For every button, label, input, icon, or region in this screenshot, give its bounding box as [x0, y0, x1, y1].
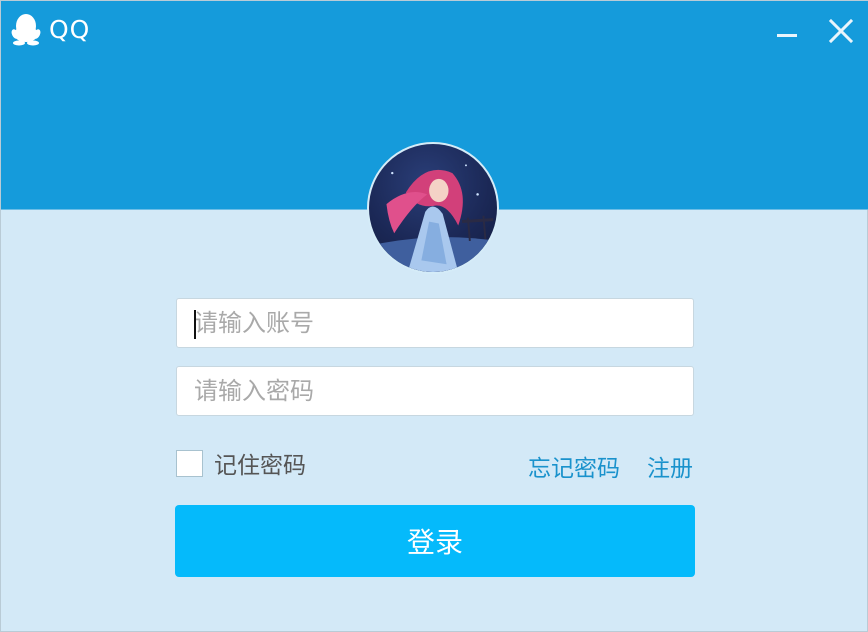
login-window: QQ 请输入账号 记住密码 忘记密码 注册 登录	[0, 0, 868, 632]
penguin-icon	[11, 12, 41, 46]
minimize-icon	[775, 19, 799, 43]
register-link[interactable]: 注册	[647, 449, 693, 483]
close-button[interactable]	[825, 15, 857, 47]
account-field[interactable]	[176, 298, 694, 348]
forgot-password-link[interactable]: 忘记密码	[528, 449, 620, 483]
app-title: QQ	[49, 14, 91, 44]
brand: QQ	[11, 11, 90, 47]
remember-password-toggle[interactable]: 记住密码	[176, 449, 306, 479]
password-input[interactable]	[177, 367, 693, 415]
login-options: 记住密码 忘记密码 注册	[176, 445, 694, 483]
password-field[interactable]	[176, 366, 694, 416]
text-caret	[194, 310, 196, 339]
avatar	[367, 142, 499, 274]
login-button[interactable]: 登录	[175, 505, 695, 577]
account-input[interactable]	[177, 299, 693, 347]
remember-label: 记住密码	[214, 453, 306, 479]
remember-checkbox[interactable]	[176, 449, 203, 477]
minimize-button[interactable]	[771, 15, 803, 47]
close-icon	[828, 18, 854, 44]
